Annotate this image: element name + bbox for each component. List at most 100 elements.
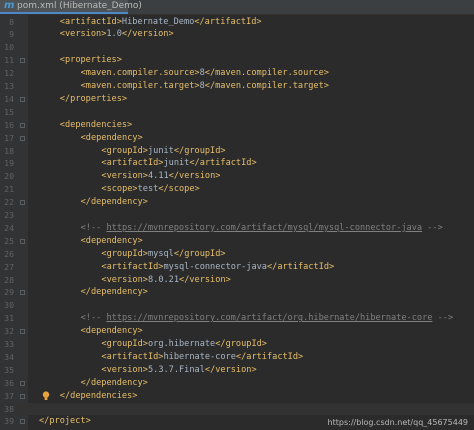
line-number: 12 — [4, 68, 14, 79]
xml-tag: </version> — [204, 364, 257, 375]
xml-tag: <artifactId> — [59, 16, 122, 27]
code-text: </dependency> — [81, 286, 148, 299]
fold-marker-icon[interactable] — [20, 290, 25, 296]
fold-marker-icon[interactable] — [20, 58, 25, 64]
line-number: 16 — [4, 119, 14, 130]
code-line[interactable]: 30 — [0, 299, 474, 312]
line-number: 13 — [4, 81, 14, 91]
xml-tag: </groupId> — [215, 339, 267, 349]
code-line[interactable]: 35 <version>5.3.7.Final</version> — [0, 364, 474, 377]
xml-tag: </maven.compiler.target> — [204, 81, 329, 91]
code-line[interactable]: 18 <groupId>junit</groupId> — [0, 145, 474, 158]
code-line[interactable]: 9 <version>1.0</version> — [0, 28, 474, 41]
line-number: 28 — [4, 274, 14, 285]
code-line[interactable]: 21 <scope>test</scope> — [0, 183, 474, 196]
line-number: 11 — [4, 55, 14, 66]
comment-link[interactable]: https://mvnrepository.com/artifact/mysql… — [106, 223, 422, 233]
xml-tag: <dependencies> — [59, 119, 133, 130]
comment-link[interactable]: https://mvnrepository.com/artifact/org.h… — [106, 313, 432, 323]
code-text: <dependency> — [81, 235, 143, 248]
line-number: 10 — [4, 42, 14, 53]
code-text: <groupId>mysql</groupId> — [101, 248, 225, 261]
xml-tag: </scope> — [158, 184, 200, 195]
code-line[interactable]: 19 <artifactId>junit</artifactId> — [0, 157, 474, 170]
xml-tag: </properties> — [59, 93, 128, 104]
code-line[interactable]: 12 <maven.compiler.source>8</maven.compil… — [0, 67, 474, 80]
code-line[interactable]: 14 </properties> — [0, 93, 474, 106]
fold-marker-icon[interactable] — [20, 380, 25, 386]
tab-pom-xml[interactable]: m pom.xml (Hibernate_Demo) — [0, 0, 142, 14]
xml-tag: </version> — [121, 29, 174, 40]
xml-tag: <dependency> — [80, 235, 143, 246]
line-number: 32 — [4, 326, 14, 337]
code-line[interactable]: 10 — [0, 41, 474, 54]
xml-tag: </artifactId> — [189, 158, 257, 169]
code-editor[interactable]: 8 <artifactId>Hibernate_Demo</artifactId>… — [0, 15, 474, 430]
xml-tag: </version> — [168, 171, 221, 182]
fold-marker-icon[interactable] — [20, 96, 25, 102]
xml-tag: <artifactId> — [101, 351, 164, 362]
xml-comment: --> — [432, 313, 454, 324]
tag-value: 1.0 — [106, 29, 122, 40]
code-line[interactable]: 8 <artifactId>Hibernate_Demo</artifactId> — [0, 16, 474, 29]
code-line[interactable]: 15 — [0, 106, 474, 119]
code-line[interactable]: 29 </dependency> — [0, 286, 474, 299]
code-text: <scope>test</scope> — [101, 183, 199, 196]
xml-tag: </groupId> — [173, 248, 226, 259]
fold-marker-icon[interactable] — [20, 393, 25, 399]
code-line[interactable]: 20 <version>4.11</version> — [0, 170, 474, 183]
xml-tag: <version> — [101, 171, 148, 182]
line-number: 25 — [4, 235, 14, 246]
line-number: 19 — [4, 158, 14, 169]
fold-marker-icon[interactable] — [20, 135, 25, 141]
tag-value: 5.3.7.Final — [147, 364, 205, 375]
xml-tag: <dependency> — [80, 132, 143, 143]
line-number: 23 — [4, 210, 14, 220]
code-line[interactable]: 37 </dependencies> — [0, 390, 474, 403]
code-line[interactable]: 38 — [0, 402, 474, 416]
code-line[interactable]: 17 <dependency> — [0, 132, 474, 145]
fold-marker-icon[interactable] — [20, 122, 25, 128]
code-line[interactable]: 28 <version>8.0.21</version> — [0, 274, 474, 287]
maven-file-icon: m — [4, 0, 15, 11]
xml-tag: <version> — [101, 274, 148, 285]
code-line[interactable]: 33 <groupId>org.hibernate</groupId> — [0, 338, 474, 351]
xml-tag: </project> — [39, 416, 91, 427]
code-text: <maven.compiler.source>8</maven.compiler… — [81, 67, 329, 80]
tag-value: 4.11 — [147, 171, 169, 182]
code-line[interactable]: 25 <dependency> — [0, 235, 474, 248]
code-line[interactable]: 23 — [0, 209, 474, 222]
fold-marker-icon[interactable] — [20, 329, 25, 335]
editor-tab-bar: m pom.xml (Hibernate_Demo) — [0, 0, 474, 15]
code-text: <artifactId>mysql-connector-java</artifa… — [101, 261, 334, 274]
code-line[interactable]: 32 <dependency> — [0, 325, 474, 338]
fold-marker-icon[interactable] — [20, 419, 25, 425]
code-line[interactable]: 11 <properties> — [0, 54, 474, 67]
line-number: 31 — [4, 313, 14, 324]
line-number: 35 — [4, 364, 14, 375]
xml-tag: <version> — [101, 364, 148, 375]
tag-value: junit — [147, 145, 174, 156]
code-line[interactable]: 22 </dependency> — [0, 196, 474, 209]
line-number: 33 — [4, 339, 14, 349]
line-number: 8 — [9, 16, 14, 27]
fold-marker-icon[interactable] — [20, 200, 25, 206]
code-text: <properties> — [60, 54, 122, 67]
code-line[interactable]: 24 <!-- https://mvnrepository.com/artifac… — [0, 222, 474, 235]
code-line[interactable]: 13 <maven.compiler.target>8</maven.compil… — [0, 80, 474, 93]
code-line[interactable]: 16 <dependencies> — [0, 119, 474, 132]
line-number: 24 — [4, 222, 14, 233]
code-text: <version>1.0</version> — [60, 28, 174, 41]
line-number: 30 — [4, 300, 14, 311]
code-line[interactable]: 34 <artifactId>hibernate-core</artifactId… — [0, 351, 474, 364]
xml-tag: </dependency> — [80, 197, 148, 208]
code-line[interactable]: 27 <artifactId>mysql-connector-java</arti… — [0, 261, 474, 274]
tag-value: org.hibernate — [147, 339, 216, 349]
xml-tag: <artifactId> — [101, 158, 164, 169]
code-text: </project> — [39, 415, 91, 428]
fold-marker-icon[interactable] — [20, 238, 25, 244]
code-line[interactable]: 26 <groupId>mysql</groupId> — [0, 248, 474, 261]
lightbulb-icon[interactable] — [40, 390, 52, 403]
code-line[interactable]: 31 <!-- https://mvnrepository.com/artifac… — [0, 312, 474, 325]
code-line[interactable]: 36 </dependency> — [0, 377, 474, 390]
